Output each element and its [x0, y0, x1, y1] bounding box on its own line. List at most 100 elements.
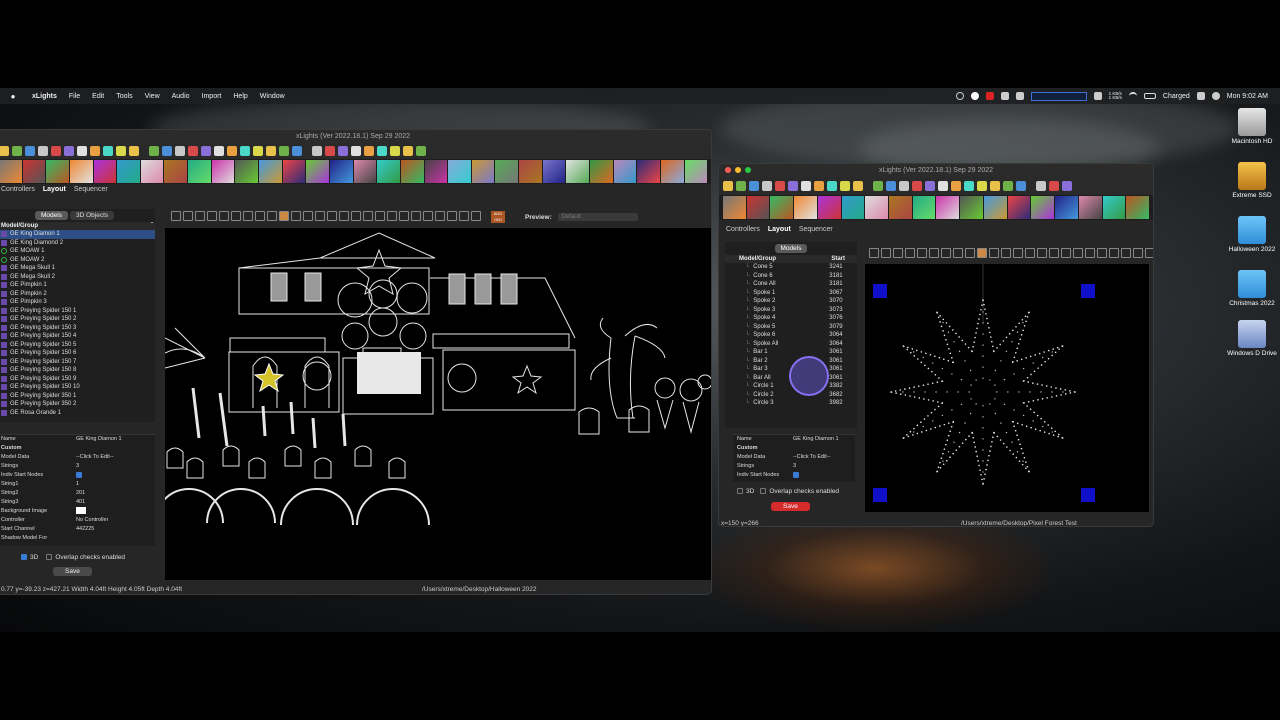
- toolbar-button-icon[interactable]: [162, 146, 172, 156]
- toolbar-button-icon[interactable]: [175, 146, 185, 156]
- effect-palette-icon[interactable]: [794, 196, 817, 219]
- property-value[interactable]: 442225: [76, 525, 94, 534]
- effect-palette-icon[interactable]: [69, 160, 93, 183]
- preview-dropdown[interactable]: Default: [557, 213, 638, 221]
- toolbar-button-icon[interactable]: [149, 146, 159, 156]
- effect-palette-icon[interactable]: [723, 196, 746, 219]
- toolbar-button-icon[interactable]: [266, 146, 276, 156]
- property-row[interactable]: Custom: [737, 444, 855, 453]
- checkbox-3d-box[interactable]: [21, 554, 27, 561]
- list-item[interactable]: GE Mega Skull 2: [0, 273, 155, 282]
- list-item[interactable]: GE Preying Spider 150 9: [0, 375, 155, 384]
- toolbar-button-icon[interactable]: [990, 181, 1000, 191]
- shape-tool-icon[interactable]: [1013, 248, 1023, 258]
- bars-status-icon[interactable]: [1093, 92, 1102, 100]
- list-item[interactable]: GE Preying Spider 350 1: [0, 392, 155, 401]
- shape-tool-icon[interactable]: [905, 248, 915, 258]
- toolbar-button-icon[interactable]: [762, 181, 772, 191]
- tab-sequencer[interactable]: Sequencer: [74, 186, 108, 193]
- close-window-icon[interactable]: [725, 167, 731, 173]
- clock-status-icon[interactable]: [970, 92, 979, 100]
- shape-tool-icon[interactable]: [207, 211, 217, 221]
- desktop-icon-halloween-2022[interactable]: Halloween 2022: [1222, 216, 1280, 254]
- shape-tool-icon[interactable]: [929, 248, 939, 258]
- shape-tool-icon[interactable]: [231, 211, 241, 221]
- toolbar-button-icon[interactable]: [853, 181, 863, 191]
- shape-tool-icon[interactable]: [447, 211, 457, 221]
- shape-tool-icon[interactable]: [1121, 248, 1131, 258]
- toolbar-button-icon[interactable]: [338, 146, 348, 156]
- main-window-titlebar[interactable]: xLights (Ver 2022.18.1) Sep 29 2022: [0, 130, 711, 143]
- second-save-button[interactable]: Save: [771, 502, 810, 511]
- property-value[interactable]: [76, 471, 85, 480]
- property-row[interactable]: Indiv Start Nodes: [737, 471, 855, 480]
- list-item[interactable]: └ Spoke 3 3073: [745, 306, 857, 315]
- toolbar-button-icon[interactable]: [814, 181, 824, 191]
- list-item[interactable]: GE MOAW 2: [0, 256, 155, 265]
- effect-palette-icon[interactable]: [164, 160, 188, 183]
- toolbar-button-icon[interactable]: [64, 146, 74, 156]
- list-item[interactable]: GE Preying Spider 150 8: [0, 366, 155, 375]
- property-value[interactable]: No Controller: [76, 516, 108, 525]
- toolbar-button-icon[interactable]: [240, 146, 250, 156]
- list-item[interactable]: GE Pimpkin 2: [0, 290, 155, 299]
- shape-tool-icon[interactable]: [315, 211, 325, 221]
- effect-palette-icon[interactable]: [93, 160, 117, 183]
- list-item[interactable]: GE Preying Spider 150 1: [0, 307, 155, 316]
- shape-tool-icon[interactable]: [399, 211, 409, 221]
- layout-preview-canvas[interactable]: [154, 228, 711, 580]
- toolbar-button-icon[interactable]: [364, 146, 374, 156]
- shape-tool-icon[interactable]: [255, 211, 265, 221]
- property-value[interactable]: 1: [76, 480, 79, 489]
- shape-tool-icon[interactable]: [279, 211, 289, 221]
- shape-tool-icon[interactable]: [1001, 248, 1011, 258]
- list-item[interactable]: GE Preying Spider 150 7: [0, 358, 155, 367]
- property-row[interactable]: Name GE King Diamon 1: [737, 435, 855, 444]
- effect-palette-icon[interactable]: [377, 160, 400, 183]
- list-item[interactable]: └ Spoke 5 3079: [745, 323, 857, 332]
- shape-tool-icon[interactable]: [989, 248, 999, 258]
- list-item[interactable]: GE Preying Spider 350 2: [0, 400, 155, 409]
- toolbar-button-icon[interactable]: [188, 146, 198, 156]
- tab-controllers[interactable]: Controllers: [1, 186, 35, 193]
- effect-palette-icon[interactable]: [960, 196, 983, 219]
- toolbar-button-icon[interactable]: [325, 146, 335, 156]
- tab-3d-objects[interactable]: 3D Objects: [69, 211, 115, 220]
- list-item[interactable]: GE Preying Spider 150 10: [0, 383, 155, 392]
- property-row[interactable]: Strings 3: [1, 462, 155, 471]
- effect-palette-icon[interactable]: [22, 160, 46, 183]
- shape-tool-icon[interactable]: [471, 211, 481, 221]
- effect-palette-icon[interactable]: [684, 160, 708, 183]
- effect-palette-icon[interactable]: [424, 160, 448, 183]
- shape-tool-icon[interactable]: [351, 211, 361, 221]
- effect-palette-icon[interactable]: [770, 196, 794, 219]
- shape-tool-icon[interactable]: [459, 211, 469, 221]
- shape-tool-icon[interactable]: [1133, 248, 1143, 258]
- toolbar-button-icon[interactable]: [0, 146, 9, 156]
- shape-tool-icon[interactable]: [411, 211, 421, 221]
- shape-tool-icon[interactable]: [1097, 248, 1107, 258]
- list-item[interactable]: └ Cone 5 3241: [745, 263, 857, 272]
- effect-palette-icon[interactable]: [983, 196, 1007, 219]
- effect-palette-icon[interactable]: [495, 160, 519, 183]
- effect-palette-icon[interactable]: [542, 160, 566, 183]
- toolbar-button-icon[interactable]: [25, 146, 35, 156]
- toolbar-button-icon[interactable]: [827, 181, 837, 191]
- shape-tool-icon[interactable]: [423, 211, 433, 221]
- toolbar-button-icon[interactable]: [788, 181, 798, 191]
- list-item[interactable]: └ Circle 3 3982: [745, 399, 857, 408]
- tab-models[interactable]: Models: [774, 244, 808, 253]
- tab-layout[interactable]: Layout: [43, 186, 66, 193]
- shape-tool-icon[interactable]: [1073, 248, 1083, 258]
- effect-palette-icon[interactable]: [746, 196, 770, 219]
- effect-palette-icon[interactable]: [329, 160, 353, 183]
- toolbar-button-icon[interactable]: [964, 181, 974, 191]
- toolbar-button-icon[interactable]: [77, 146, 87, 156]
- battery-icon[interactable]: [1143, 93, 1156, 99]
- toolbar-button-icon[interactable]: [1049, 181, 1059, 191]
- checkbox-overlap[interactable]: Overlap checks enabled: [760, 488, 839, 495]
- toolbar-button-icon[interactable]: [90, 146, 100, 156]
- shape-tool-icon[interactable]: [1037, 248, 1047, 258]
- toolbar-button-icon[interactable]: [292, 146, 302, 156]
- shape-tool-icon[interactable]: [183, 211, 193, 221]
